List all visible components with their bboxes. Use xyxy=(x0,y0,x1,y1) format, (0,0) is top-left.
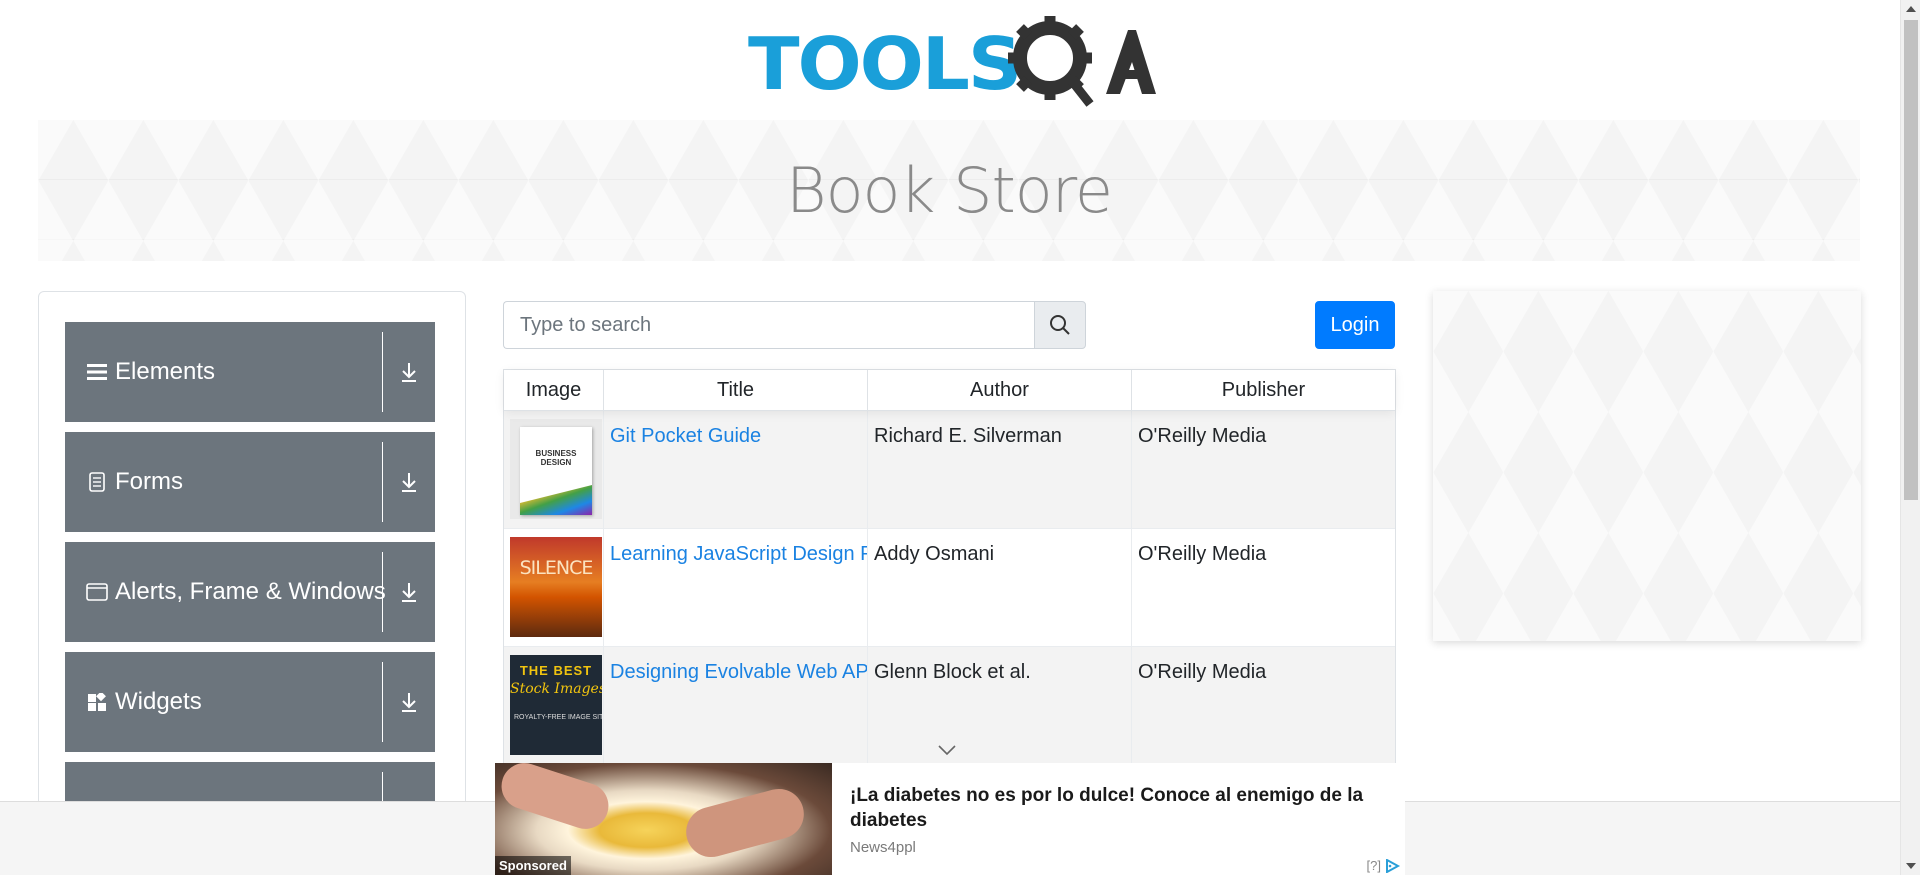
column-header-publisher[interactable]: Publisher xyxy=(1132,370,1395,410)
column-header-image[interactable]: Image xyxy=(504,370,604,410)
search-icon xyxy=(1050,315,1070,335)
ad-title[interactable]: ¡La diabetes no es por lo dulce! Conoce … xyxy=(850,783,1391,833)
ad-text-block[interactable]: ¡La diabetes no es por lo dulce! Conoce … xyxy=(832,763,1405,875)
page-scrollbar[interactable] xyxy=(1900,0,1920,875)
sponsored-ad[interactable]: Sponsored ¡La diabetes no es por lo dulc… xyxy=(495,763,1405,875)
book-title-link[interactable]: Designing Evolvable Web APIs with ASP.NE… xyxy=(610,661,867,683)
toolsqa-logo[interactable]: TOOLS xyxy=(748,14,1156,110)
cover-text: THE BEST xyxy=(519,663,593,678)
ad-source: News4ppl xyxy=(850,839,916,856)
ad-image[interactable]: Sponsored xyxy=(495,763,832,875)
title-cell: Designing Evolvable Web APIs with ASP.NE… xyxy=(604,647,868,764)
download-arrow-icon[interactable] xyxy=(383,322,435,422)
scroll-down-icon[interactable] xyxy=(1901,857,1920,875)
ad-help-link[interactable]: [?] xyxy=(1367,858,1381,873)
cover-cell: THE BEST Stock Images ROYALTY-FREE IMAGE… xyxy=(504,647,604,764)
download-arrow-icon[interactable] xyxy=(383,542,435,642)
author-cell: Richard E. Silverman xyxy=(868,411,1132,528)
title-cell: Git Pocket Guide xyxy=(604,411,868,528)
cover-text: SILENCE xyxy=(519,557,594,579)
publisher-cell: O'Reilly Media xyxy=(1138,543,1267,565)
chevron-down-icon[interactable] xyxy=(937,744,957,756)
cover-text: BUSINESS DESIGN xyxy=(535,449,577,467)
scroll-up-icon[interactable] xyxy=(1901,0,1920,18)
column-header-author[interactable]: Author xyxy=(868,370,1132,410)
search-button[interactable] xyxy=(1034,301,1086,349)
search-box xyxy=(503,301,1086,349)
sidebar-group-elements[interactable]: Elements xyxy=(65,322,435,422)
page-banner: Book Store xyxy=(38,120,1860,261)
sidebar-group-forms[interactable]: Forms xyxy=(65,432,435,532)
widgets-icon xyxy=(85,693,109,711)
table-header: Image Title Author Publisher xyxy=(504,370,1395,411)
cover-text: ROYALTY-FREE IMAGE SITES FOR BOOK COVERS xyxy=(514,714,602,721)
publisher-cell: O'Reilly Media xyxy=(1138,661,1267,683)
table-row: BUSINESS DESIGN Git Pocket Guide Richard … xyxy=(504,411,1395,529)
author-cell: Glenn Block et al. xyxy=(868,647,1132,764)
column-header-title[interactable]: Title xyxy=(604,370,868,410)
book-cover-image: THE BEST Stock Images ROYALTY-FREE IMAGE… xyxy=(510,655,602,755)
title-cell: Learning JavaScript Design Patterns xyxy=(604,529,868,646)
scrollbar-thumb[interactable] xyxy=(1904,20,1918,500)
logo-qa-gear-icon xyxy=(1008,16,1156,107)
document-icon xyxy=(85,472,109,492)
books-table: Image Title Author Publisher BUSINESS DES… xyxy=(503,369,1396,766)
book-cover-image: BUSINESS DESIGN xyxy=(510,419,602,519)
sponsored-label: Sponsored xyxy=(495,856,571,875)
sidebar-accordion: Elements Forms Alerts, Frame & Windows W… xyxy=(38,291,466,875)
search-input[interactable] xyxy=(503,301,1035,349)
cover-cell: SILENCE xyxy=(504,529,604,646)
adchoices-icon[interactable] xyxy=(1385,858,1401,873)
cover-cell: BUSINESS DESIGN xyxy=(504,411,604,528)
author-cell: Addy Osmani xyxy=(868,529,1132,646)
publisher-cell: O'Reilly Media xyxy=(1138,425,1267,447)
ad-info[interactable]: [?] xyxy=(1367,858,1401,873)
page-title: Book Store xyxy=(786,154,1113,227)
right-ad-placeholder xyxy=(1433,291,1861,641)
book-title-link[interactable]: Git Pocket Guide xyxy=(610,425,761,447)
book-title-link[interactable]: Learning JavaScript Design Patterns xyxy=(610,543,867,565)
download-arrow-icon[interactable] xyxy=(383,652,435,752)
table-row: SILENCE Learning JavaScript Design Patte… xyxy=(504,529,1395,647)
download-arrow-icon[interactable] xyxy=(383,432,435,532)
hamburger-icon xyxy=(85,363,109,381)
cover-text: Stock Images xyxy=(510,681,602,697)
sidebar-group-widgets[interactable]: Widgets xyxy=(65,652,435,752)
window-icon xyxy=(85,583,109,601)
book-cover-image: SILENCE xyxy=(510,537,602,637)
sidebar-group-alerts[interactable]: Alerts, Frame & Windows xyxy=(65,542,435,642)
login-button[interactable]: Login xyxy=(1315,301,1395,349)
logo-tools-text: TOOLS xyxy=(748,22,1022,106)
